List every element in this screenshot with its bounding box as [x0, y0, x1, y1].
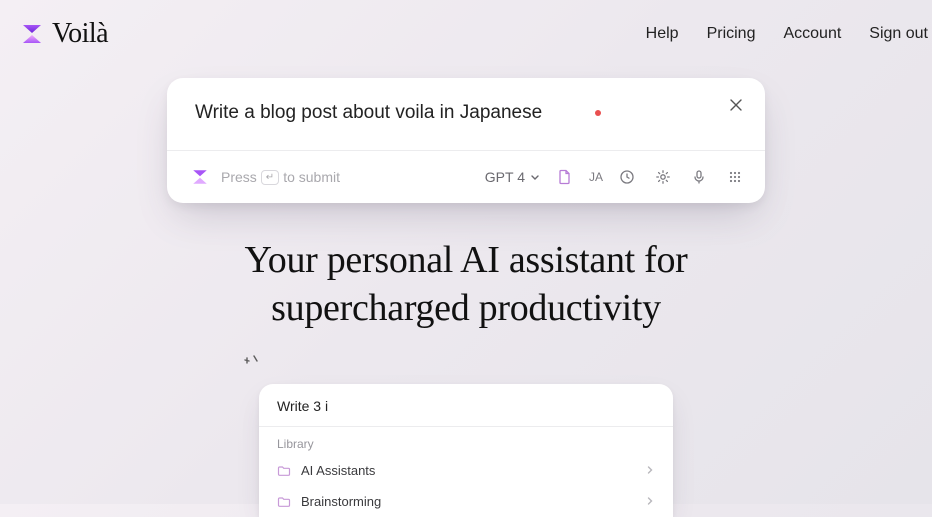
gear-icon — [655, 169, 671, 185]
close-icon — [729, 98, 743, 112]
brand-logo-icon — [20, 22, 44, 46]
nav-help[interactable]: Help — [646, 25, 679, 43]
prompt-text: Write a blog post about voila in Japanes… — [195, 102, 542, 123]
chevron-right-icon — [645, 463, 655, 478]
prompt-card: Write a blog post about voila in Japanes… — [167, 78, 765, 203]
settings-button[interactable] — [651, 165, 675, 189]
folder-icon — [277, 464, 291, 478]
clock-icon — [619, 169, 635, 185]
close-button[interactable] — [725, 94, 747, 116]
hero-line-1: Your personal AI assistant for — [244, 239, 687, 281]
top-nav: Help Pricing Account Sign out — [646, 25, 928, 43]
prompt-toolbar: Press ↵ to submit GPT 4 JA — [167, 151, 765, 203]
library-section-label: Library — [259, 427, 673, 455]
model-label: GPT 4 — [485, 169, 525, 185]
voila-mini-icon — [191, 168, 209, 186]
prompt-input-area[interactable]: Write a blog post about voila in Japanes… — [167, 78, 765, 150]
document-icon — [557, 169, 573, 185]
recording-indicator-icon — [595, 110, 601, 116]
hero-line-2: supercharged productivity — [271, 287, 661, 329]
brand: Voilà — [20, 18, 108, 50]
header: Voilà Help Pricing Account Sign out — [0, 0, 932, 50]
enter-key-icon: ↵ — [261, 170, 279, 185]
nav-account[interactable]: Account — [783, 25, 841, 43]
nav-signout[interactable]: Sign out — [869, 25, 928, 43]
folder-icon — [277, 495, 291, 509]
hero-title: Your personal AI assistant for superchar… — [166, 237, 766, 332]
library-item-label: AI Assistants — [301, 463, 375, 478]
submit-hint: Press ↵ to submit — [221, 169, 340, 185]
document-button[interactable] — [553, 165, 577, 189]
library-item[interactable]: AI Assistants — [259, 455, 673, 486]
nav-pricing[interactable]: Pricing — [707, 25, 756, 43]
language-button[interactable]: JA — [589, 170, 603, 184]
library-input[interactable]: Write 3 i — [259, 384, 673, 426]
hint-suffix: to submit — [283, 169, 340, 185]
sparkle-icon — [241, 354, 263, 381]
chevron-down-icon — [529, 171, 541, 183]
more-button[interactable] — [723, 165, 747, 189]
model-selector[interactable]: GPT 4 — [485, 169, 541, 185]
brand-name: Voilà — [52, 18, 108, 50]
mic-button[interactable] — [687, 165, 711, 189]
library-wrap: Write 3 i Library AI Assistants Brainsto… — [259, 384, 673, 517]
chevron-right-icon — [645, 494, 655, 509]
library-item[interactable]: Brainstorming — [259, 486, 673, 517]
microphone-icon — [691, 169, 707, 185]
library-card: Write 3 i Library AI Assistants Brainsto… — [259, 384, 673, 517]
grid-dots-icon — [727, 169, 743, 185]
history-button[interactable] — [615, 165, 639, 189]
library-item-label: Brainstorming — [301, 494, 381, 509]
hint-prefix: Press — [221, 169, 257, 185]
